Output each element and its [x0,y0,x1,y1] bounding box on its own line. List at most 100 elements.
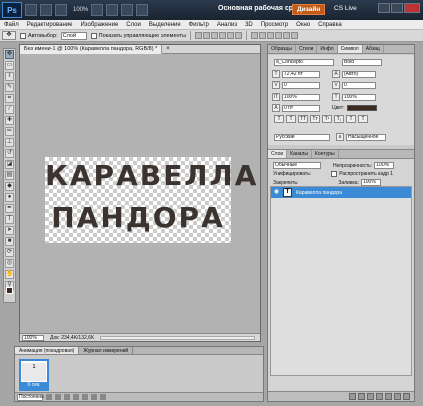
first-frame-icon[interactable] [46,394,52,400]
gradient-tool-icon[interactable]: ▤ [5,171,14,180]
tab-styles[interactable]: Стили [296,45,318,53]
layer-mask-icon[interactable] [367,393,374,400]
3d-rotate-tool-icon[interactable]: ⟳ [5,248,14,257]
foreground-color-swatch[interactable] [6,287,13,294]
blur-tool-icon[interactable]: ◆ [5,182,14,191]
menu-edit[interactable]: Редактирование [23,22,77,28]
document-info[interactable]: Док: 234,4K/132,6K [50,335,94,341]
duplicate-frame-icon[interactable] [91,394,97,400]
delete-layer-icon[interactable] [403,393,410,400]
distribute-top-icon[interactable] [251,32,259,39]
zoom-level[interactable]: 100% [73,7,88,13]
tab-channels[interactable]: Каналы [287,150,312,158]
strikethrough-button[interactable]: T [358,115,368,123]
tab-animation[interactable]: Анимация (покадровая) [15,347,80,354]
zoom-icon[interactable] [106,4,119,16]
menu-3d[interactable]: 3D [241,22,257,28]
move-tool-preset-icon[interactable]: ✥ [2,31,16,40]
adjustment-layer-icon[interactable] [376,393,383,400]
distribute-vcenter-icon[interactable] [259,32,267,39]
loop-select[interactable]: Постоянно [17,393,44,401]
align-bottom-icon[interactable] [211,32,219,39]
fill-field[interactable]: 100% [360,179,381,186]
dodge-tool-icon[interactable]: ● [5,193,14,202]
crop-tool-icon[interactable]: ⌗ [5,94,14,103]
animation-frame[interactable]: 1 0 сек. [19,359,49,391]
healing-brush-icon[interactable]: ✚ [5,116,14,125]
propagate-checkbox[interactable] [331,171,338,177]
link-layers-icon[interactable] [349,393,356,400]
distribute-hcenter-icon[interactable] [283,32,291,39]
autoselect-checkbox[interactable] [20,32,26,39]
align-vcenter-icon[interactable] [203,32,211,39]
eye-icon[interactable]: ◉ [273,189,280,196]
layer-row[interactable]: ◉ T Каравелла пандора [271,187,411,198]
hand-icon[interactable] [91,4,104,16]
close-button[interactable] [404,3,420,13]
zoom-field[interactable]: 100% [22,334,44,341]
document-title[interactable]: Без имени-1 @ 100% (Каравелла пандора, R… [20,44,163,54]
all-caps-button[interactable]: TT [298,115,308,123]
tracking-field[interactable]: 0 [342,81,376,89]
tween-icon[interactable] [82,394,88,400]
font-family-select[interactable]: a_Concepto [274,59,334,66]
kerning-field[interactable]: 0 [282,81,320,89]
history-brush-icon[interactable]: ↺ [5,149,14,158]
align-top-icon[interactable] [195,32,203,39]
language-select[interactable]: Русский [274,133,330,141]
marquee-tool-icon[interactable]: ▭ [5,61,14,70]
horizontal-scale-field[interactable]: 100% [342,93,376,101]
layer-style-icon[interactable] [358,393,365,400]
lasso-tool-icon[interactable]: ℓ [5,72,14,81]
minimize-button[interactable] [378,3,390,13]
opacity-field[interactable]: 100% [374,162,395,169]
baseline-shift-field[interactable]: 0 пт [282,104,320,112]
leading-field[interactable]: (Авто) [342,70,376,78]
view-extras-icon[interactable] [55,4,67,16]
align-hcenter-icon[interactable] [227,32,235,39]
text-color-swatch[interactable] [346,105,377,111]
arrange-documents-icon[interactable] [121,4,134,16]
underline-button[interactable]: T [346,115,356,123]
maximize-button[interactable] [391,3,403,13]
vertical-scale-field[interactable]: 100% [282,93,320,101]
play-icon[interactable] [64,394,70,400]
hand-tool-icon[interactable]: ✋ [5,270,14,279]
font-style-select[interactable]: Bold [342,59,382,66]
eyedropper-tool-icon[interactable]: ⁄ [5,105,14,114]
layer-name[interactable]: Каравелла пандора [296,190,342,196]
quick-select-tool-icon[interactable]: ✎ [5,83,14,92]
type-tool-icon[interactable]: T [5,215,14,224]
menu-view[interactable]: Просмотр [257,22,292,28]
antialias-select[interactable]: Насыщенное [346,133,386,141]
subscript-button[interactable]: T₁ [334,115,344,123]
blend-mode-select[interactable]: Обычные [273,162,321,169]
new-group-icon[interactable] [385,393,392,400]
delete-frame-icon[interactable] [100,394,106,400]
menu-layers[interactable]: Слои [122,22,145,28]
bridge-icon[interactable] [25,4,37,16]
canvas[interactable]: КАРАВЕЛЛА ПАНДОРА [45,157,256,243]
faux-bold-button[interactable]: T [274,115,284,123]
prev-frame-icon[interactable] [55,394,61,400]
shape-tool-icon[interactable]: ■ [5,237,14,246]
show-controls-checkbox[interactable] [90,32,97,39]
menu-filter[interactable]: Фильтр [185,22,213,28]
next-frame-icon[interactable] [73,394,79,400]
new-layer-icon[interactable] [394,393,401,400]
font-size-field[interactable]: 72,42 пт [282,70,320,78]
distribute-right-icon[interactable] [291,32,299,39]
eraser-tool-icon[interactable]: ◪ [5,160,14,169]
faux-italic-button[interactable]: T [286,115,296,123]
brush-tool-icon[interactable]: ✏ [5,127,14,136]
minibridge-icon[interactable] [40,4,52,16]
3d-orbit-tool-icon[interactable]: ◎ [5,259,14,268]
pen-tool-icon[interactable]: ✒ [5,204,14,213]
tab-info[interactable]: Инфо [317,45,338,53]
move-tool-icon[interactable]: ✥ [5,50,14,59]
close-document-icon[interactable]: × [166,46,170,52]
menu-help[interactable]: Справка [314,22,346,28]
distribute-bottom-icon[interactable] [267,32,275,39]
superscript-button[interactable]: T¹ [322,115,332,123]
menu-analysis[interactable]: Анализ [213,22,241,28]
